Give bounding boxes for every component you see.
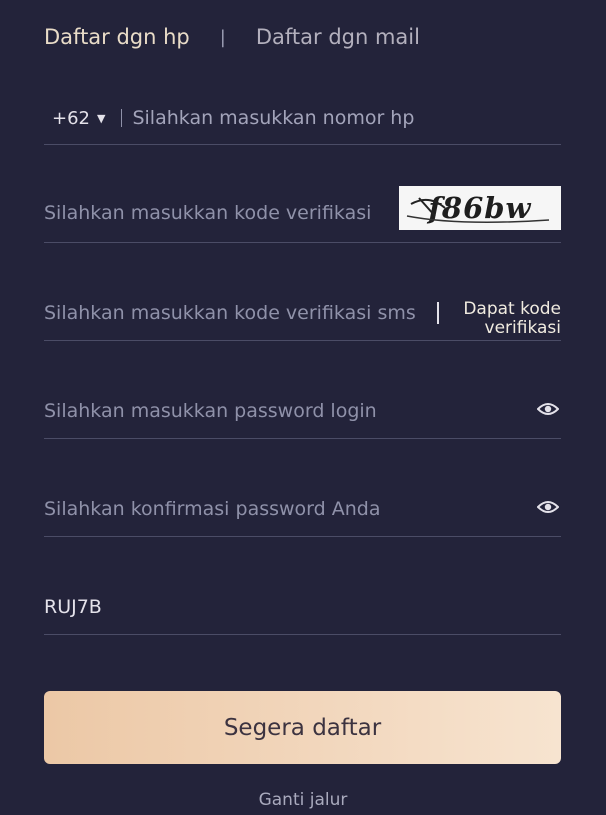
captcha-field[interactable]: Silahkan masukkan kode verifikasi f86bw [44,184,561,243]
tab-register-phone[interactable]: Daftar dgn hp [44,25,190,49]
referral-code-input[interactable]: RUJ7B [44,596,102,618]
captcha-image-text: f86bw [428,191,532,225]
phone-input[interactable]: Silahkan masukkan nomor hp [132,107,414,129]
eye-icon[interactable] [537,498,559,516]
switch-route-link[interactable]: Ganti jalur [0,790,606,810]
password-field[interactable]: Silahkan masukkan password login [44,384,561,439]
country-code-select[interactable]: +62 ▼ [52,108,105,129]
caret-down-icon: ▼ [97,111,106,125]
captcha-input[interactable]: Silahkan masukkan kode verifikasi [44,202,380,224]
captcha-image[interactable]: f86bw [399,186,561,230]
tab-separator: | [219,26,226,48]
get-code-button[interactable]: Dapat kode verifikasi [449,300,561,338]
confirm-password-field[interactable]: Silahkan konfirmasi password Anda [44,482,561,537]
eye-icon[interactable] [537,400,559,418]
sms-code-input[interactable]: Silahkan masukkan kode verifikasi sms [44,302,436,324]
confirm-password-input[interactable]: Silahkan konfirmasi password Anda [44,498,381,520]
register-button[interactable]: Segera daftar [44,691,561,764]
tab-register-email[interactable]: Daftar dgn mail [256,25,420,49]
text-cursor [437,302,439,324]
register-tabs: Daftar dgn hp | Daftar dgn mail [44,22,420,52]
referral-code-field[interactable]: RUJ7B [44,580,561,635]
get-code-label-line2: verifikasi [484,318,561,338]
sms-code-field[interactable]: Silahkan masukkan kode verifikasi sms Da… [44,286,561,341]
get-code-label-line1: Dapat kode [463,299,561,319]
password-input[interactable]: Silahkan masukkan password login [44,400,377,422]
phone-field[interactable]: +62 ▼ Silahkan masukkan nomor hp [44,92,561,145]
field-divider [121,109,123,127]
country-code-value: +62 [52,107,90,129]
